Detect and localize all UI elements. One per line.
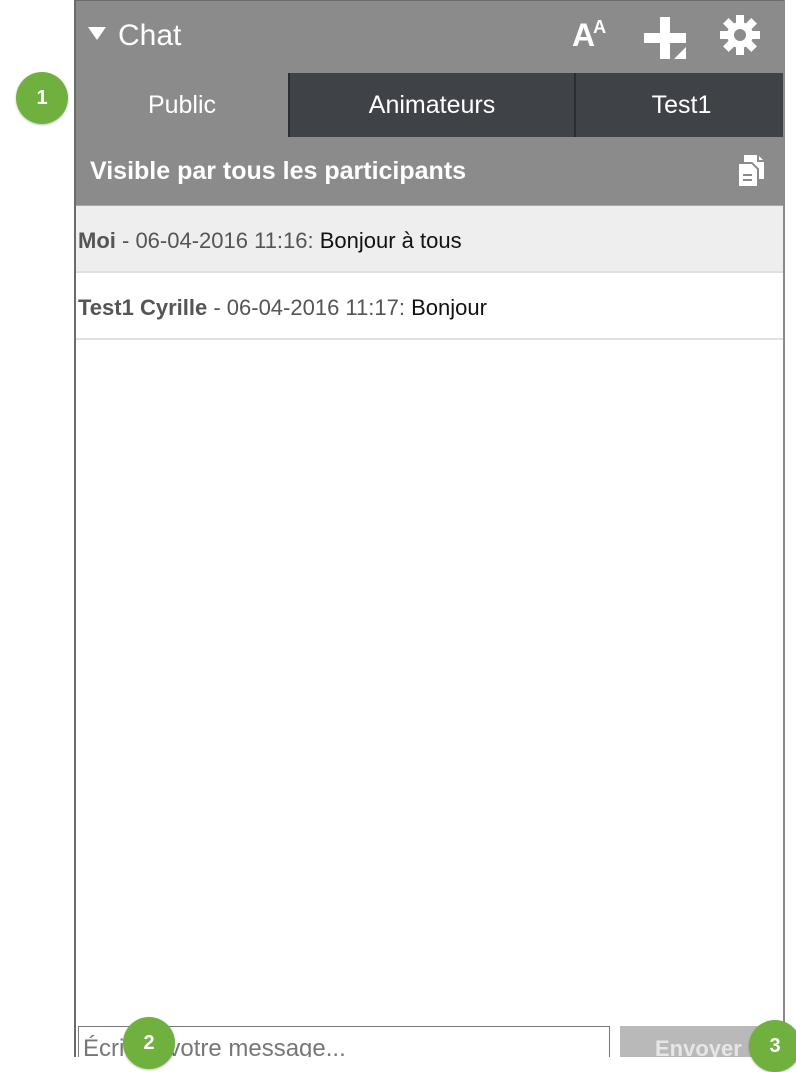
chat-panel: Chat AA Public Animateurs Test1 Visible … xyxy=(74,0,785,1057)
callout-badge-3: 3 xyxy=(749,1020,796,1072)
message-text: Bonjour xyxy=(411,295,487,320)
gear-icon[interactable] xyxy=(718,13,762,57)
chat-title: Chat xyxy=(118,19,182,52)
tab-public[interactable]: Public xyxy=(76,73,288,137)
font-size-icon-small: A xyxy=(593,17,606,37)
callout-badge-1: 1 xyxy=(16,72,68,124)
callout-badge-2: 2 xyxy=(123,1017,175,1069)
tab-animateurs[interactable]: Animateurs xyxy=(288,73,574,137)
message-list: Moi - 06-04-2016 11:16: Bonjour à tous T… xyxy=(76,206,783,340)
message-item: Moi - 06-04-2016 11:16: Bonjour à tous xyxy=(76,206,783,273)
message-author: Moi xyxy=(78,228,116,253)
font-size-icon-large: A xyxy=(572,17,595,53)
font-size-icon[interactable]: AA xyxy=(572,17,606,54)
visibility-label: Visible par tous les participants xyxy=(90,157,467,185)
message-text: Bonjour à tous xyxy=(319,228,462,253)
message-item: Test1 Cyrille - 06-04-2016 11:17: Bonjou… xyxy=(76,273,783,340)
copy-icon[interactable] xyxy=(736,153,768,189)
visibility-header: Visible par tous les participants xyxy=(76,137,783,206)
message-timestamp: - 06-04-2016 11:16: xyxy=(115,228,320,253)
collapse-triangle-icon[interactable] xyxy=(88,27,106,40)
message-author: Test1 Cyrille xyxy=(78,295,208,320)
add-chat-icon[interactable] xyxy=(642,15,688,61)
composer-bar: Envoyer xyxy=(76,1026,783,1057)
chat-titlebar: Chat AA xyxy=(76,1,783,73)
tab-test1[interactable]: Test1 xyxy=(574,73,783,137)
message-timestamp: - 06-04-2016 11:17: xyxy=(207,295,412,320)
chat-tabs: Public Animateurs Test1 xyxy=(76,73,783,137)
